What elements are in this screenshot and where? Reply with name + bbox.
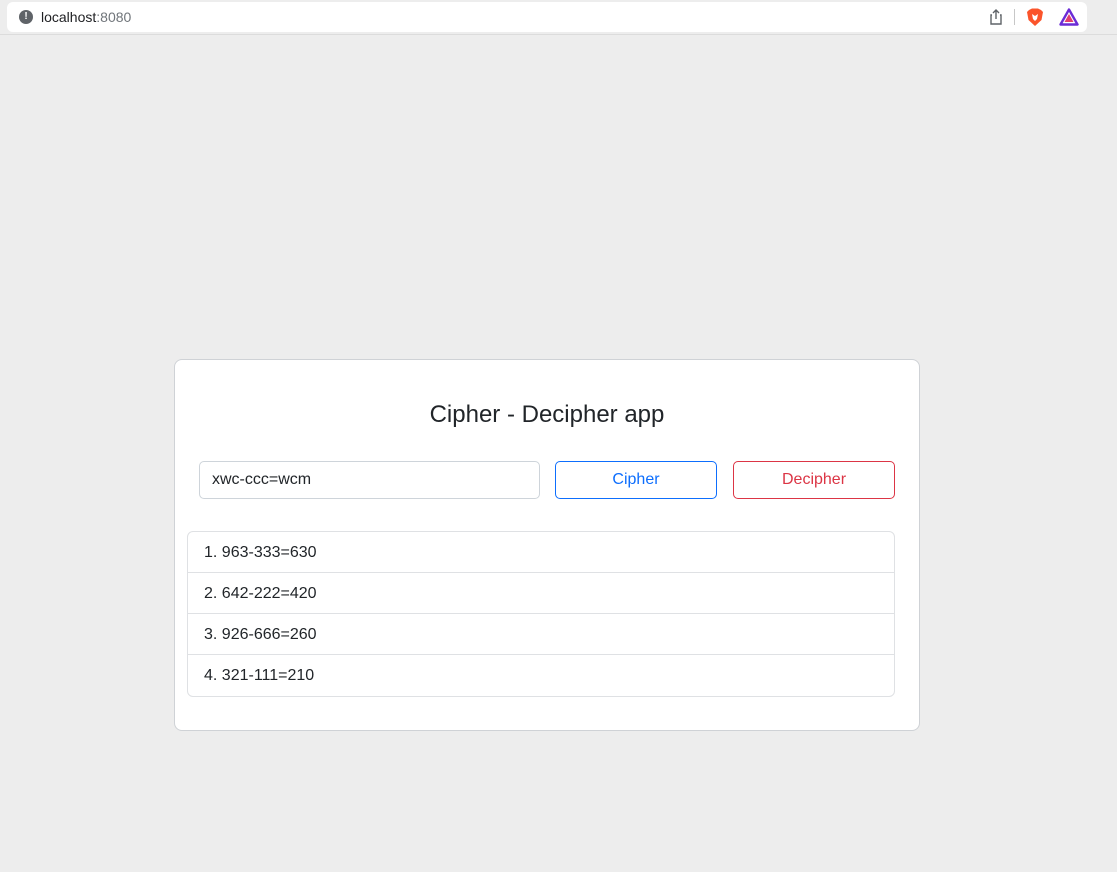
cipher-text-input[interactable] (199, 461, 540, 499)
url-port: :8080 (96, 9, 132, 25)
toolbar-divider (1014, 9, 1015, 25)
url-host: localhost (41, 9, 97, 25)
browser-toolbar: ! localhost:8080 (0, 0, 1117, 35)
cipher-button[interactable]: Cipher (555, 461, 717, 499)
list-item: 4. 321-111=210 (204, 667, 315, 684)
list-item: 2. 642-222=420 (188, 573, 894, 614)
list-item: 1. 963-333=630 (188, 532, 894, 573)
url-text[interactable]: localhost:8080 (41, 9, 131, 25)
address-bar[interactable]: ! localhost:8080 (7, 2, 1087, 32)
brave-rewards-icon[interactable] (1059, 8, 1079, 26)
site-info-icon[interactable]: ! (19, 10, 33, 24)
list-item: 3. 926-666=260 (188, 614, 894, 655)
decipher-button[interactable]: Decipher (733, 461, 895, 499)
cipher-app-card: Cipher - Decipher app Cipher Decipher 1.… (174, 359, 920, 731)
share-icon[interactable] (987, 8, 1005, 26)
results-list: 1. 963-333=630 2. 642-222=420 3. 926-666… (187, 531, 895, 697)
brave-shield-icon[interactable] (1025, 7, 1045, 27)
app-title: Cipher - Decipher app (429, 401, 665, 428)
